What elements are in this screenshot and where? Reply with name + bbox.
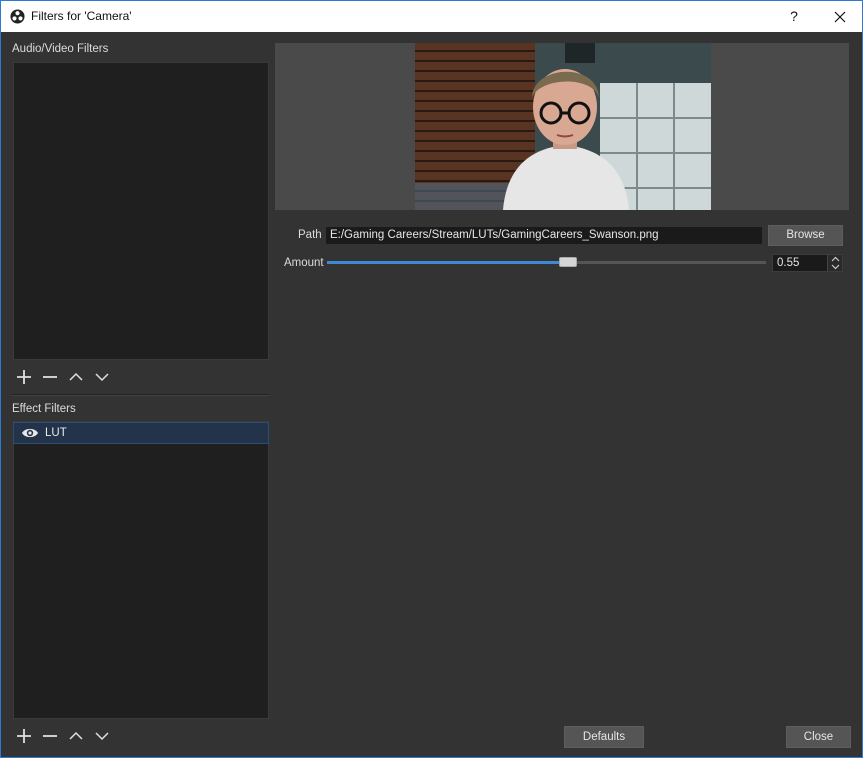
remove-audio-filter-button[interactable]: [37, 366, 63, 388]
amount-slider-handle[interactable]: [559, 257, 578, 267]
obs-logo-icon: [10, 9, 25, 24]
effect-toolbar: [11, 724, 115, 748]
amount-slider-fill: [327, 261, 569, 264]
source-preview: [275, 43, 849, 210]
amount-spinbox[interactable]: 0.55: [772, 254, 843, 272]
move-down-icon: [95, 732, 109, 741]
move-down-icon: [95, 373, 109, 382]
remove-icon: [43, 735, 57, 737]
add-audio-filter-button[interactable]: [11, 366, 37, 388]
remove-effect-filter-button[interactable]: [37, 725, 63, 747]
amount-label: Amount: [284, 257, 324, 269]
move-up-icon: [69, 731, 83, 740]
filter-name: LUT: [45, 427, 67, 439]
audio-video-toolbar: [11, 365, 115, 389]
remove-icon: [43, 376, 57, 378]
move-effect-filter-down-button[interactable]: [89, 725, 115, 747]
list-item-lut[interactable]: LUT: [13, 422, 269, 444]
add-icon: [17, 370, 31, 384]
add-icon: [17, 729, 31, 743]
effect-filters-list[interactable]: [13, 421, 269, 719]
amount-value: 0.55: [777, 257, 800, 269]
amount-stepper[interactable]: [827, 255, 842, 271]
effect-filters-heading: Effect Filters: [12, 403, 76, 415]
eye-icon[interactable]: [21, 426, 39, 440]
dialog-body: Audio/Video Filters Effect Filters LUT P…: [1, 32, 862, 757]
defaults-button[interactable]: Defaults: [564, 726, 644, 748]
move-audio-filter-up-button[interactable]: [63, 366, 89, 388]
title-bar[interactable]: Filters for 'Camera' ?: [1, 1, 862, 32]
add-effect-filter-button[interactable]: [11, 725, 37, 747]
browse-button[interactable]: Browse: [768, 225, 843, 246]
close-button[interactable]: Close: [786, 726, 851, 748]
chevron-down-icon[interactable]: [828, 263, 843, 271]
splitter-handle[interactable]: [13, 394, 269, 396]
move-up-icon: [69, 372, 83, 381]
audio-video-filters-list[interactable]: [13, 62, 269, 360]
path-input[interactable]: E:/Gaming Careers/Stream/LUTs/GamingCare…: [326, 227, 762, 244]
window-title: Filters for 'Camera': [31, 9, 132, 23]
move-effect-filter-up-button[interactable]: [63, 725, 89, 747]
move-audio-filter-down-button[interactable]: [89, 366, 115, 388]
window-close-button[interactable]: [817, 1, 862, 32]
chevron-up-icon[interactable]: [828, 255, 843, 263]
path-label: Path: [298, 229, 322, 241]
amount-slider[interactable]: [327, 257, 766, 267]
audio-video-filters-heading: Audio/Video Filters: [12, 43, 109, 55]
camera-feed-image: [415, 43, 711, 210]
filters-window: Filters for 'Camera' ? Audio/Video Filte…: [0, 0, 863, 758]
help-button[interactable]: ?: [771, 1, 817, 32]
close-icon: [834, 11, 845, 22]
